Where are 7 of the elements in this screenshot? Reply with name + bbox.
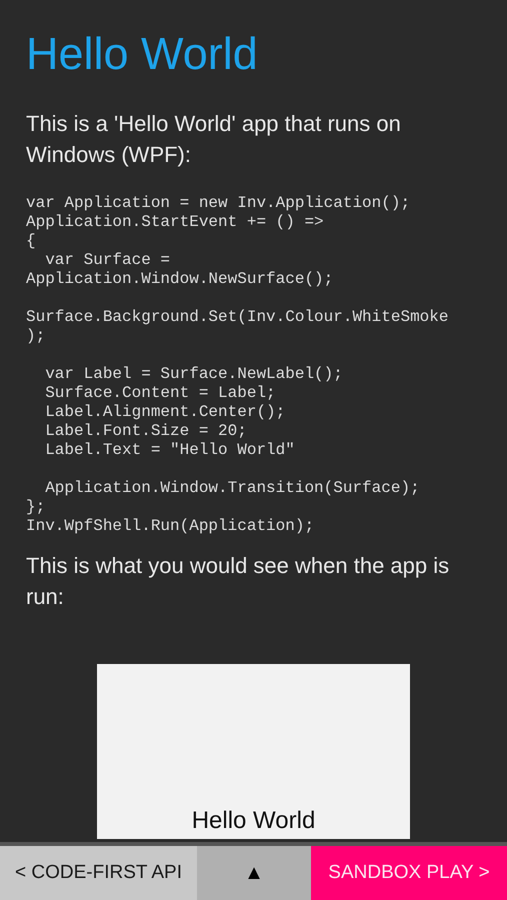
code-sample: var Application = new Inv.Application(); Application.StartEvent += () => { var Surface = Application.Window.NewSurface(); Surface.Background.Set(Inv.Colour.WhiteSmoke ); var Label = Surface.NewLabel(); Surface.Content = Label; Label.Alignment.Center(); Label.Font.Size = 20; Label.Text = "Hello World" Application.Window.Transition(Surface); }; Inv.WpfShell.Run(Application); <box>26 194 450 536</box>
back-button[interactable]: < CODE-FIRST API <box>0 846 197 900</box>
intro-text: This is a 'Hello World' app that runs on Windows (WPF): <box>26 110 402 169</box>
preview-label: Hello World <box>192 807 316 836</box>
scroll-top-button[interactable]: ▲ <box>197 846 311 900</box>
result-caption: This is what you would see when the app is run: <box>26 552 450 611</box>
page-title: Hello World <box>26 27 259 81</box>
